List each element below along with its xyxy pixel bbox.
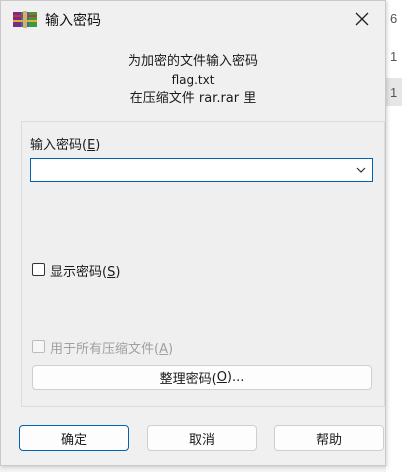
ok-button[interactable]: 确定 (19, 425, 129, 451)
use-for-all-label[interactable]: 用于所有压缩文件(A) (50, 338, 173, 357)
archive-location: 在压缩文件 rar.rar 里 (129, 91, 257, 106)
background-window: 6 1 1 (386, 0, 402, 472)
winrar-books-icon (13, 11, 37, 28)
prompt-text: 为加密的文件输入密码 (127, 54, 258, 69)
help-button[interactable]: 帮助 (274, 425, 384, 451)
cancel-button[interactable]: 取消 (147, 425, 257, 451)
show-password-label[interactable]: 显示密码(S) (50, 261, 120, 280)
use-for-all-checkbox[interactable] (32, 340, 45, 353)
title-bar[interactable]: 输入密码 (1, 1, 385, 37)
password-input[interactable] (30, 158, 373, 182)
background-text: 1 (390, 49, 398, 64)
organize-passwords-button[interactable]: 整理密码(O)... (32, 365, 372, 390)
window-title: 输入密码 (45, 13, 101, 29)
file-name: flag.txt (171, 73, 215, 87)
password-label: 输入密码(E) (30, 138, 101, 153)
show-password-checkbox[interactable] (32, 263, 45, 276)
close-button[interactable] (339, 1, 385, 37)
file-info: 为加密的文件输入密码 flag.txt 在压缩文件 rar.rar 里 (1, 53, 385, 109)
background-text: 1 (390, 85, 398, 100)
background-text: 6 (390, 11, 398, 26)
chevron-down-icon[interactable] (354, 163, 368, 177)
close-icon (355, 12, 369, 26)
